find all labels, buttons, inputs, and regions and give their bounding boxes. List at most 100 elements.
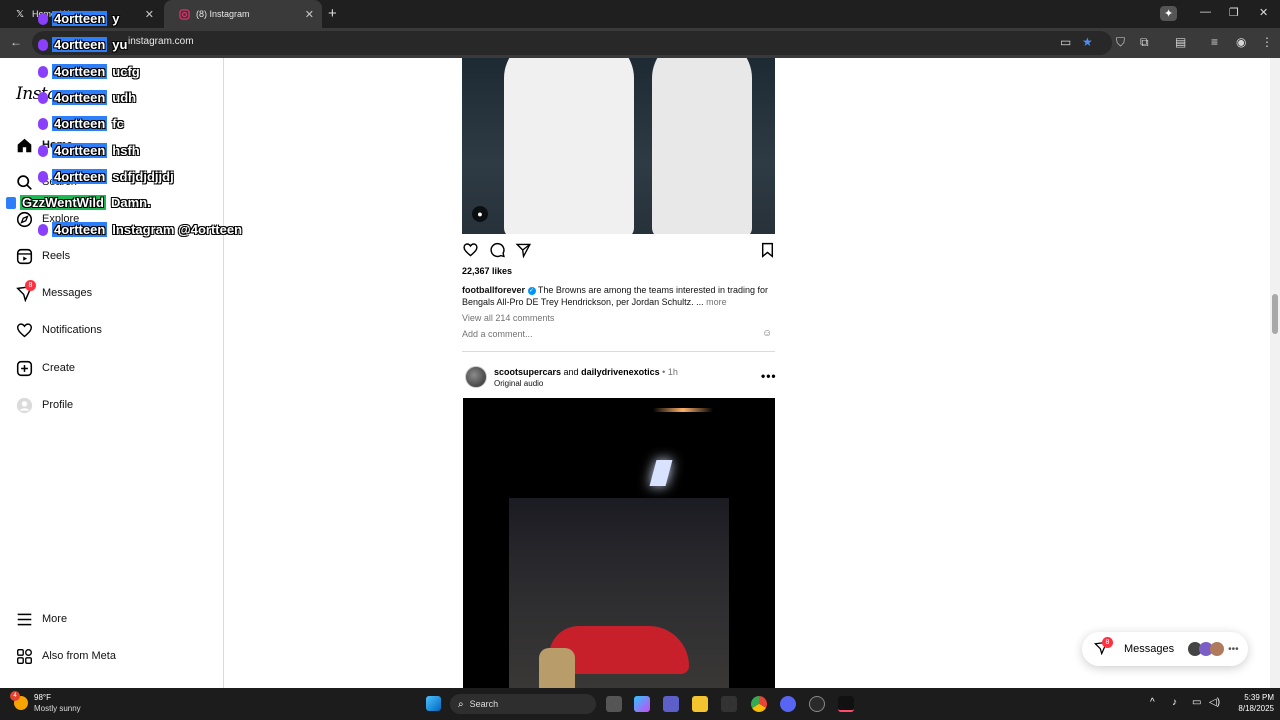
post-image-football[interactable]: ● xyxy=(462,58,775,234)
save-bookmark-icon[interactable] xyxy=(760,242,775,263)
string-lights xyxy=(653,408,713,412)
heart-icon xyxy=(14,320,34,340)
sidebar-item-label: More xyxy=(42,613,68,625)
like-count[interactable]: 22,367 likes xyxy=(462,266,512,276)
sidebar-item-notifications[interactable]: Notifications xyxy=(14,318,102,342)
close-window-icon[interactable]: ✕ xyxy=(1259,6,1268,19)
bookmark-star-icon[interactable]: ★ xyxy=(1082,35,1093,49)
messenger-icon: 8 xyxy=(1094,637,1113,657)
clock-time: 5:39 PM xyxy=(1244,693,1274,702)
restore-icon[interactable]: ❐ xyxy=(1229,6,1239,19)
taskbar-search-box[interactable]: ⌕ Search xyxy=(450,694,596,714)
add-comment-input[interactable]: Add a comment... xyxy=(462,329,533,339)
crowd-scene xyxy=(509,498,729,688)
taskbar-search-label: Search xyxy=(469,699,499,709)
sidebar-item-search[interactable]: Search xyxy=(14,170,77,194)
tray-chevron-icon[interactable]: ^ xyxy=(1150,697,1155,708)
post-video-car[interactable] xyxy=(463,398,775,688)
avatar-icon xyxy=(14,395,34,415)
minimize-icon[interactable]: — xyxy=(1200,6,1211,18)
chrome-icon[interactable] xyxy=(751,696,767,712)
close-tab-icon[interactable]: ✕ xyxy=(145,8,154,21)
view-comments-link[interactable]: View all 214 comments xyxy=(462,313,554,323)
like-heart-icon[interactable] xyxy=(462,242,479,263)
discord-icon[interactable] xyxy=(780,696,796,712)
volume-icon[interactable]: ◁) xyxy=(1209,697,1220,708)
instagram-icon xyxy=(178,8,190,20)
recent-contacts xyxy=(1188,642,1225,656)
copilot-icon[interactable]: ✦ xyxy=(1160,6,1178,21)
extensions-icon[interactable]: ⧉ xyxy=(1140,35,1149,50)
scrollbar-thumb[interactable] xyxy=(1272,294,1278,334)
sidebar-item-messages[interactable]: 8 Messages xyxy=(14,280,92,305)
microphone-icon[interactable]: ♪ xyxy=(1172,697,1177,708)
shield-icon[interactable]: ⛉ xyxy=(1116,35,1125,50)
sidebar-item-reels[interactable]: Reels xyxy=(14,244,70,268)
sidebar-item-more[interactable]: More xyxy=(14,607,67,631)
messages-floating-button[interactable]: 8 Messages ••• xyxy=(1082,632,1248,666)
caption-more-link[interactable]: more xyxy=(706,297,727,307)
obs-icon[interactable] xyxy=(809,696,825,712)
close-tab-icon[interactable]: ✕ xyxy=(305,8,314,21)
system-clock[interactable]: 5:39 PM 8/18/2025 xyxy=(1228,692,1274,714)
compass-icon xyxy=(14,209,34,229)
emoji-icon[interactable]: ☺ xyxy=(762,328,772,339)
weather-widget[interactable]: 4 98°F Mostly sunny xyxy=(10,691,81,714)
network-icon[interactable]: ▭ xyxy=(1192,697,1201,708)
sidebar-item-home[interactable]: Home xyxy=(14,133,73,157)
tab-instagram[interactable]: (8) Instagram ✕ xyxy=(164,0,322,28)
post-caption: footballforever ✓ The Browns are among t… xyxy=(462,284,772,308)
post2-header: scootsupercars and dailydrivenexotics • … xyxy=(494,367,678,377)
post2-author2[interactable]: dailydrivenexotics xyxy=(581,367,660,377)
meta-apps-icon xyxy=(14,646,34,666)
hay-bale xyxy=(539,648,575,688)
streaming-app-icon[interactable] xyxy=(838,696,854,712)
tab-x-home[interactable]: 𝕏 Home / X ✕ xyxy=(0,0,162,28)
windows-start-icon[interactable] xyxy=(426,696,441,711)
menu-kebab-icon[interactable]: ⋮ xyxy=(1261,35,1273,49)
cast-icon[interactable]: ▭ xyxy=(1060,35,1071,49)
reels-icon xyxy=(14,246,34,266)
x-logo-icon: 𝕏 xyxy=(15,8,25,20)
post2-author1[interactable]: scootsupercars xyxy=(494,367,561,377)
sidebar-item-profile[interactable]: Profile xyxy=(14,393,73,417)
back-icon[interactable]: ← xyxy=(10,35,22,49)
post-author[interactable]: footballforever xyxy=(462,285,525,295)
player-left xyxy=(504,58,634,234)
sidebar-item-label: Profile xyxy=(42,399,74,411)
sidebar-item-create[interactable]: Create xyxy=(14,356,75,380)
post2-audio[interactable]: Original audio xyxy=(494,379,543,388)
post-divider xyxy=(462,351,775,352)
more-dots-icon: ••• xyxy=(1228,643,1239,655)
sidebar-item-label: Create xyxy=(42,362,76,374)
sidebar-item-label: Home xyxy=(42,139,73,151)
teams-icon[interactable] xyxy=(663,696,679,712)
share-icon[interactable] xyxy=(515,242,532,263)
sidepanel-icon[interactable]: ▤ xyxy=(1175,35,1186,49)
sidebar-item-label: Reels xyxy=(42,250,71,262)
messages-badge: 8 xyxy=(1102,637,1113,648)
messages-badge: 8 xyxy=(25,280,36,291)
post-author-avatar[interactable] xyxy=(465,366,487,388)
copilot-app-icon[interactable] xyxy=(634,696,650,712)
more-options-icon[interactable]: ••• xyxy=(761,369,777,383)
sidebar-item-also-from-meta[interactable]: Also from Meta xyxy=(14,644,116,668)
sidebar-item-explore[interactable]: Explore xyxy=(14,207,79,231)
page-scrollbar[interactable] xyxy=(1270,58,1280,688)
epic-games-icon[interactable] xyxy=(721,696,737,712)
file-explorer-icon[interactable] xyxy=(692,696,708,712)
profile-avatar-icon[interactable]: ◉ xyxy=(1236,35,1246,49)
screen: 𝕏 Home / X ✕ (8) Instagram ✕ + ✦ — ❐ ✕ ←… xyxy=(0,0,1280,720)
player-right xyxy=(652,58,752,234)
comment-icon[interactable] xyxy=(489,242,506,263)
messages-pill-label: Messages xyxy=(1124,643,1175,655)
address-bar[interactable] xyxy=(32,31,1112,55)
media-icon[interactable]: ≡ xyxy=(1211,35,1218,49)
new-tab-icon[interactable]: + xyxy=(328,5,337,22)
task-view-icon[interactable] xyxy=(606,696,622,712)
weather-badge: 4 xyxy=(10,691,20,701)
url-text: instagram.com xyxy=(128,36,194,47)
tagged-user-icon[interactable]: ● xyxy=(472,206,488,222)
instagram-logo[interactable]: Instagram xyxy=(16,84,101,104)
contact-avatar xyxy=(1210,642,1225,656)
